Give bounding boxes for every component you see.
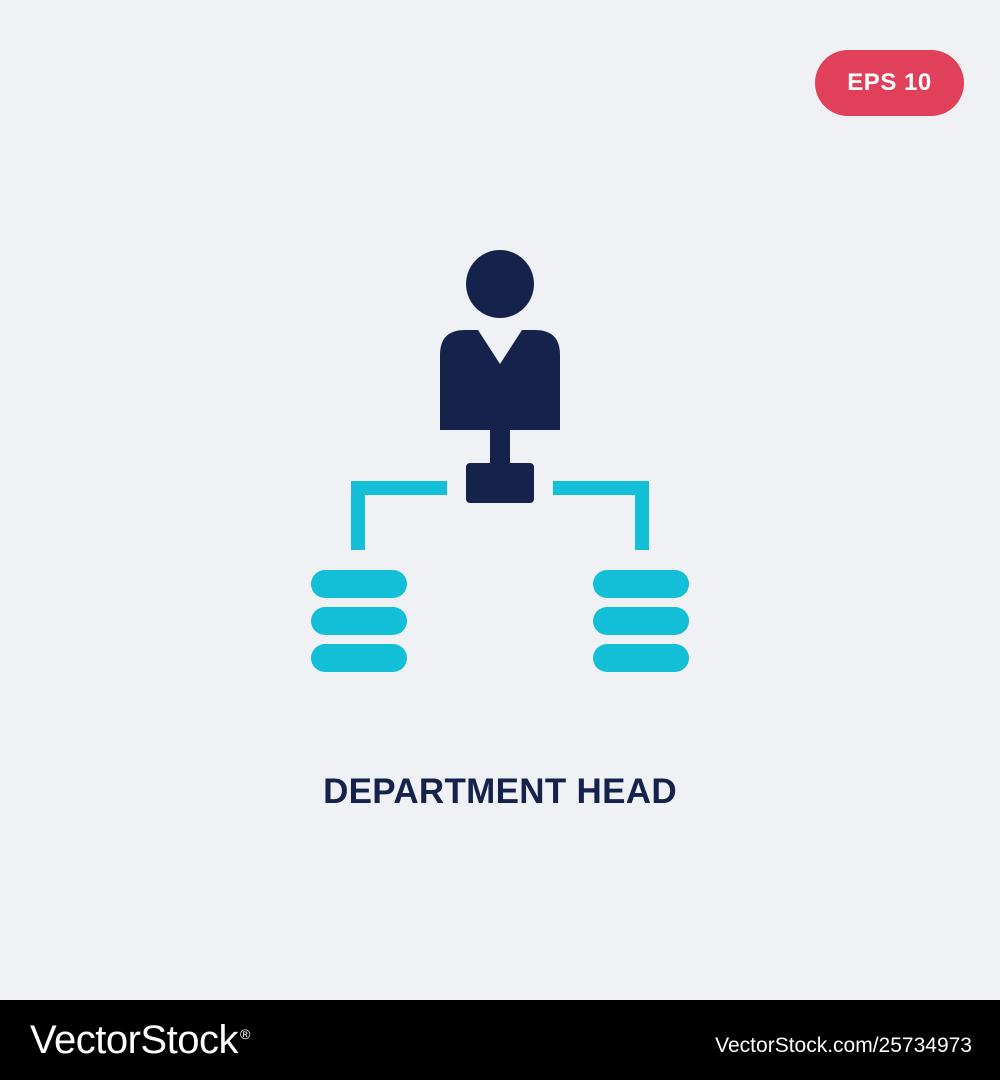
connector-stem [490,430,510,466]
brand-logo: VectorStock ® [30,1018,250,1063]
left-database-icon [311,570,407,672]
person-body-icon [440,330,560,430]
department-head-icon [311,250,689,672]
registered-mark: ® [239,1025,250,1042]
right-database-icon [593,570,689,672]
image-id: VectorStock.com/25734973 [715,1034,972,1057]
right-connector-line [553,481,649,550]
artwork-canvas: EPS 10 DEPARTMENT HEAD [0,0,1000,1000]
person-head-icon [466,250,534,318]
brand-name: VectorStock [30,1018,238,1062]
left-connector-line [351,481,447,550]
hub-box [466,463,534,503]
watermark-footer: VectorStock ® VectorStock.com/25734973 [0,1000,1000,1080]
icon-caption: DEPARTMENT HEAD [323,772,677,811]
